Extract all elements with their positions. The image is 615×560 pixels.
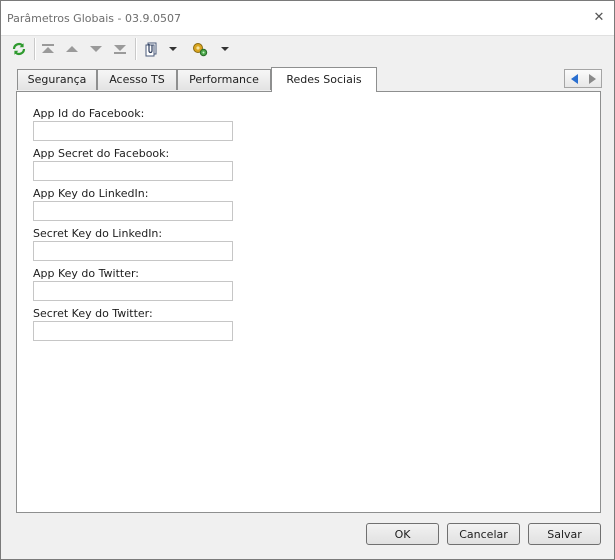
tab-redes-sociais[interactable]: Redes Sociais [271, 67, 377, 92]
dialog-window: Parâmetros Globais - 03.9.0507 ✕ Seguran… [0, 0, 615, 560]
next-record-icon[interactable] [86, 39, 106, 59]
window-title: Parâmetros Globais - 03.9.0507 [7, 12, 181, 25]
linkedin-secret-key-input[interactable] [33, 241, 233, 261]
facebook-app-secret-label: App Secret do Facebook: [33, 147, 170, 160]
toolbar-separator [34, 38, 36, 60]
tab-label: Performance [189, 73, 259, 86]
facebook-app-secret-input[interactable] [33, 161, 233, 181]
attachment-dropdown-icon[interactable] [167, 39, 179, 59]
twitter-secret-key-label: Secret Key do Twitter: [33, 307, 153, 320]
tab-scroll-control [564, 69, 602, 88]
facebook-app-id-input[interactable] [33, 121, 233, 141]
linkedin-secret-key-label: Secret Key do LinkedIn: [33, 227, 163, 240]
tab-acesso-ts[interactable]: Acesso TS [97, 69, 177, 90]
linkedin-app-key-input[interactable] [33, 201, 233, 221]
attachment-icon[interactable] [141, 39, 161, 59]
tab-scroll-right-icon[interactable] [585, 73, 599, 85]
cancel-button[interactable]: Cancelar [447, 523, 520, 545]
first-record-icon[interactable] [38, 39, 58, 59]
tab-label: Redes Sociais [286, 73, 362, 86]
ok-button[interactable]: OK [366, 523, 439, 545]
facebook-app-id-label: App Id do Facebook: [33, 107, 145, 120]
twitter-app-key-label: App Key do Twitter: [33, 267, 140, 280]
last-record-icon[interactable] [110, 39, 130, 59]
tab-content-panel: App Id do Facebook: App Secret do Facebo… [16, 91, 601, 513]
tab-performance[interactable]: Performance [177, 69, 271, 90]
save-button[interactable]: Salvar [528, 523, 601, 545]
previous-record-icon[interactable] [62, 39, 82, 59]
tab-seguranca[interactable]: Segurança [17, 69, 97, 90]
close-icon[interactable]: ✕ [592, 11, 606, 25]
tools-dropdown-icon[interactable] [219, 39, 231, 59]
toolbar [1, 35, 614, 62]
tools-icon[interactable] [190, 39, 210, 59]
twitter-secret-key-input[interactable] [33, 321, 233, 341]
toolbar-separator [135, 38, 137, 60]
title-bar[interactable]: Parâmetros Globais - 03.9.0507 ✕ [1, 1, 614, 35]
tab-scroll-left-icon[interactable] [568, 73, 582, 85]
tab-label: Segurança [27, 73, 87, 86]
linkedin-app-key-label: App Key do LinkedIn: [33, 187, 149, 200]
tab-strip: Segurança Acesso TS Performance Redes So… [1, 61, 614, 92]
twitter-app-key-input[interactable] [33, 281, 233, 301]
refresh-icon[interactable] [9, 39, 29, 59]
tab-label: Acesso TS [109, 73, 165, 86]
